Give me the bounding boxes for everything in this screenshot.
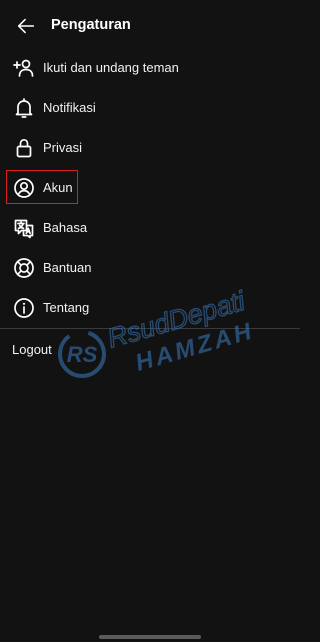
add-person-icon xyxy=(12,56,36,80)
menu-item-follow-invite[interactable]: Ikuti dan undang teman xyxy=(0,48,300,88)
menu-item-privacy[interactable]: Privasi xyxy=(0,128,300,168)
translate-icon xyxy=(12,216,36,240)
lifebuoy-icon xyxy=(12,256,36,280)
menu-item-language[interactable]: Bahasa xyxy=(0,208,300,248)
home-indicator[interactable] xyxy=(99,635,201,639)
menu-item-label: Notifikasi xyxy=(43,100,96,115)
menu-item-help[interactable]: Bantuan xyxy=(0,248,300,288)
watermark-badge-text: RS xyxy=(67,342,98,367)
menu-item-account[interactable]: Akun xyxy=(0,168,300,208)
menu-item-about[interactable]: Tentang xyxy=(0,288,300,328)
menu-item-label: Bantuan xyxy=(43,260,92,275)
menu-item-notifications[interactable]: Notifikasi xyxy=(0,88,300,128)
page-title: Pengaturan xyxy=(51,17,131,33)
menu-item-label: Bahasa xyxy=(43,220,88,235)
watermark-badge xyxy=(58,330,106,378)
menu-item-label: Privasi xyxy=(43,140,83,155)
menu-item-label: Tentang xyxy=(43,300,90,315)
arrow-left-icon xyxy=(17,18,35,34)
settings-menu: Ikuti dan undang teman Notifikasi Privas… xyxy=(0,48,300,328)
menu-item-label: Akun xyxy=(43,180,73,195)
menu-item-label: Ikuti dan undang teman xyxy=(43,60,179,75)
divider xyxy=(0,328,300,329)
app-header: Pengaturan xyxy=(0,0,300,52)
account-circle-icon xyxy=(12,176,36,200)
lock-icon xyxy=(12,136,36,160)
bell-icon xyxy=(12,96,36,120)
back-button[interactable] xyxy=(14,14,38,38)
info-icon xyxy=(12,296,36,320)
logout-button[interactable]: Logout xyxy=(12,341,52,359)
